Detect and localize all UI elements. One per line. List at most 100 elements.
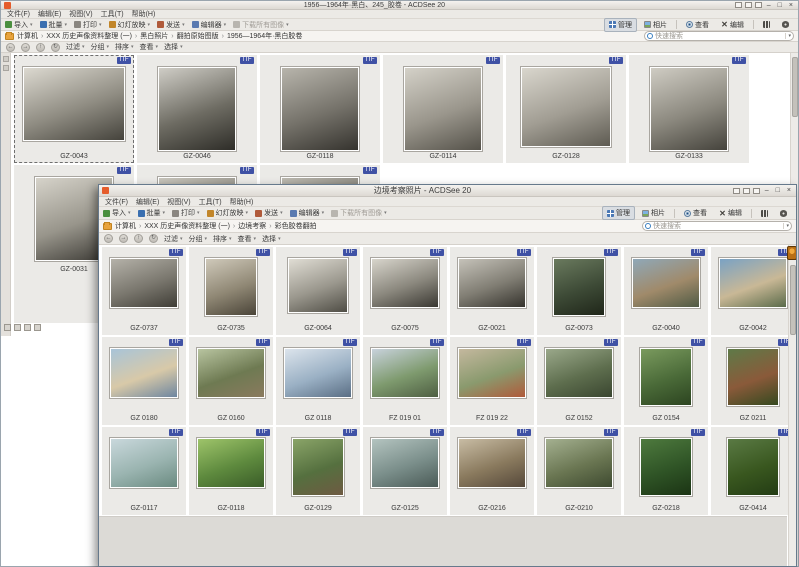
view-dropdown-过滤[interactable]: 过滤▾ — [164, 234, 183, 244]
view-dropdown-查看[interactable]: 查看▾ — [140, 42, 159, 52]
mode-photos-button[interactable]: 相片 — [639, 18, 672, 32]
close-button[interactable]: × — [787, 2, 795, 9]
search-dropdown-icon[interactable]: ▾ — [783, 223, 789, 229]
menu-item[interactable]: 文件(F) — [105, 197, 128, 207]
view-option-icon[interactable] — [14, 324, 21, 331]
mode-photos-button[interactable]: 相片 — [637, 206, 670, 220]
menu-item[interactable]: 工具(T) — [199, 197, 222, 207]
chart-button[interactable] — [758, 19, 775, 30]
thumbnail-item[interactable]: TIFGZ-0118 — [189, 427, 273, 515]
mode-grid-button[interactable]: 管理 — [602, 206, 635, 220]
toolbar-print-button[interactable]: 打印▾ — [74, 20, 102, 30]
view-dropdown-选择[interactable]: 选择▾ — [262, 234, 281, 244]
scrollbar-thumb[interactable] — [790, 265, 796, 335]
thumbnail-item[interactable]: TIFFZ 019 01 — [363, 337, 447, 425]
thumbnail-item[interactable]: TIFGZ-0218 — [624, 427, 708, 515]
back-button[interactable]: ← — [6, 43, 15, 52]
thumbnail-item[interactable]: TIFGZ-0046 — [137, 55, 257, 163]
thumbnail-item[interactable]: TIFGZ-0064 — [276, 247, 360, 335]
thumbnail-item[interactable]: TIFFZ 019 22 — [450, 337, 534, 425]
pane-toggle-icon[interactable] — [733, 188, 740, 194]
close-button[interactable]: × — [785, 187, 793, 194]
breadcrumb-segment[interactable]: 翻拍原始图版 — [177, 31, 219, 41]
breadcrumb-segment[interactable]: 计算机 — [115, 221, 136, 231]
toolbar-editor-button[interactable]: 编辑器▾ — [192, 20, 227, 30]
maximize-button[interactable]: □ — [774, 187, 782, 194]
breadcrumb-segment[interactable]: 1956—1964年·黑白胶卷 — [227, 31, 302, 41]
search-input[interactable]: 快速搜索 ▾ — [644, 31, 794, 41]
mode-grid-button[interactable]: 管理 — [604, 18, 637, 32]
thumbnail-item[interactable]: TIFGZ 0180 — [102, 337, 186, 425]
toolbar-send-button[interactable]: 发送▾ — [255, 208, 283, 218]
thumbnail-item[interactable]: TIFGZ-0043 — [14, 55, 134, 163]
view-dropdown-排序[interactable]: 排序▾ — [213, 234, 232, 244]
toolbar-editor-button[interactable]: 编辑器▾ — [290, 208, 325, 218]
view-dropdown-分组[interactable]: 分组▾ — [91, 42, 110, 52]
breadcrumb-segment[interactable]: 计算机 — [17, 31, 38, 41]
thumbnail-item[interactable]: TIFGZ 0152 — [537, 337, 621, 425]
up-button[interactable]: ↑ — [134, 234, 143, 243]
preview-button[interactable] — [777, 19, 794, 30]
toolbar-print-button[interactable]: 打印▾ — [172, 208, 200, 218]
thumbnail-item[interactable]: TIFGZ-0216 — [450, 427, 534, 515]
chart-button[interactable] — [756, 208, 773, 219]
view-dropdown-分组[interactable]: 分组▾ — [189, 234, 208, 244]
thumbnail-item[interactable]: TIFGZ-0210 — [537, 427, 621, 515]
refresh-button[interactable]: ↻ — [51, 43, 60, 52]
back-button[interactable]: ← — [104, 234, 113, 243]
thumbnail-item[interactable]: TIFGZ-0118 — [260, 55, 380, 163]
thumbnail-item[interactable]: TIFGZ-0075 — [363, 247, 447, 335]
menu-item[interactable]: 编辑(E) — [136, 197, 159, 207]
pane-toggle-icon[interactable] — [745, 2, 752, 8]
thumbnail-item[interactable]: TIFGZ-0117 — [102, 427, 186, 515]
breadcrumb-segment[interactable]: XXX 历史声像资料整理 (一) — [46, 31, 132, 41]
breadcrumb-segment[interactable]: XXX 历史声像资料整理 (一) — [144, 221, 230, 231]
view-dropdown-选择[interactable]: 选择▾ — [164, 42, 183, 52]
forward-button[interactable]: → — [21, 43, 30, 52]
search-dropdown-icon[interactable]: ▾ — [785, 33, 791, 39]
menu-item[interactable]: 视图(V) — [69, 9, 92, 19]
toolbar-send-button[interactable]: 发送▾ — [157, 20, 185, 30]
minimize-button[interactable]: – — [765, 2, 773, 9]
breadcrumb-segment[interactable]: 彩色胶卷翻拍 — [275, 221, 317, 231]
thumbnail-item[interactable]: TIFGZ-0040 — [624, 247, 708, 335]
refresh-button[interactable]: ↻ — [149, 234, 158, 243]
scrollbar-thumb[interactable] — [792, 57, 798, 117]
toolbar-batch-button[interactable]: 批量▾ — [40, 20, 68, 30]
breadcrumb-segment[interactable]: 黑白照片 — [140, 31, 168, 41]
thumbnail-item[interactable]: TIFGZ-0073 — [537, 247, 621, 335]
mode-eye-button[interactable]: 查看 — [679, 206, 712, 220]
view-dropdown-过滤[interactable]: 过滤▾ — [66, 42, 85, 52]
search-input[interactable]: 快速搜索 ▾ — [642, 221, 792, 231]
up-button[interactable]: ↑ — [36, 43, 45, 52]
maximize-button[interactable]: □ — [776, 2, 784, 9]
minimize-button[interactable]: – — [763, 187, 771, 194]
thumbnail-item[interactable]: TIFGZ-0414 — [711, 427, 795, 515]
thumbnail-item[interactable]: TIFGZ-0114 — [383, 55, 503, 163]
thumbnail-item[interactable]: TIFGZ-0129 — [276, 427, 360, 515]
breadcrumb-segment[interactable]: 边境考察 — [238, 221, 266, 231]
forward-button[interactable]: → — [119, 234, 128, 243]
vertical-scrollbar[interactable] — [788, 245, 796, 566]
thumbnail-item[interactable]: TIFGZ-0125 — [363, 427, 447, 515]
toolbar-download-button[interactable]: 下载所有图像▾ — [233, 20, 289, 30]
pane-toggle-icon[interactable] — [735, 2, 742, 8]
thumbnail-item[interactable]: TIFGZ 0154 — [624, 337, 708, 425]
thumbnail-item[interactable]: TIFGZ-0128 — [506, 55, 626, 163]
toolbar-batch-button[interactable]: 批量▾ — [138, 208, 166, 218]
thumbnail-item[interactable]: TIFGZ 0118 — [276, 337, 360, 425]
toolbar-import-button[interactable]: 导入▾ — [103, 208, 131, 218]
image-basket-icon[interactable] — [787, 246, 796, 260]
menu-item[interactable]: 工具(T) — [101, 9, 124, 19]
pane-toggle-icon[interactable] — [753, 188, 760, 194]
toolbar-slideshow-button[interactable]: 幻灯放映▾ — [207, 208, 249, 218]
menu-item[interactable]: 帮助(H) — [132, 9, 156, 19]
title-bar[interactable]: 边境考察照片 - ACDSee 20 – □ × — [99, 185, 796, 197]
preview-button[interactable] — [775, 208, 792, 219]
toolbar-slideshow-button[interactable]: 幻灯放映▾ — [109, 20, 151, 30]
pane-toggle-icon[interactable] — [755, 2, 762, 8]
toolbar-import-button[interactable]: 导入▾ — [5, 20, 33, 30]
thumbnail-item[interactable]: TIFGZ-0737 — [102, 247, 186, 335]
thumbnail-item[interactable]: TIFGZ 0160 — [189, 337, 273, 425]
view-dropdown-排序[interactable]: 排序▾ — [115, 42, 134, 52]
